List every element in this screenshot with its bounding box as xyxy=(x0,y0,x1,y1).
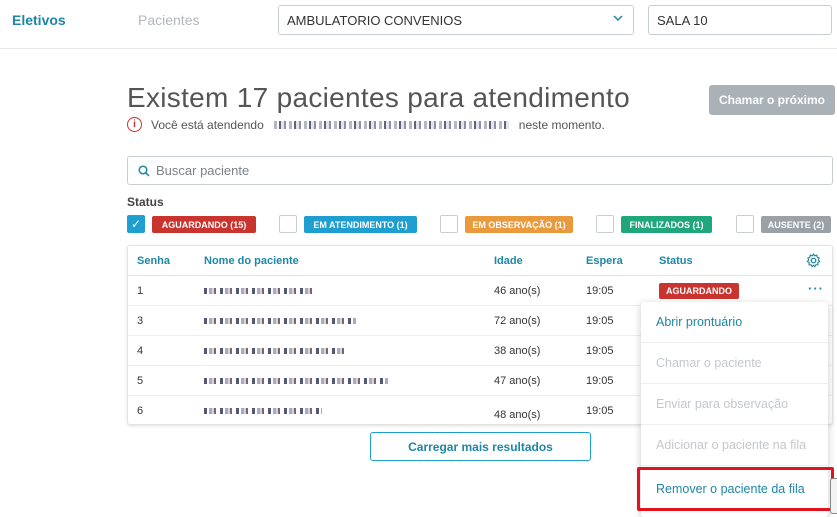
row-senha: 1 xyxy=(137,285,144,297)
side-handle[interactable] xyxy=(830,478,837,514)
col-senha[interactable]: Senha xyxy=(137,255,170,267)
redacted-patient-name xyxy=(204,288,314,294)
redacted-patient-name xyxy=(204,408,322,414)
status-badge: AGUARDANDO xyxy=(659,283,739,299)
call-next-button[interactable]: Chamar o próximo xyxy=(709,85,835,115)
attending-suffix: neste momento. xyxy=(518,117,605,132)
attending-prefix: Você está atendendo xyxy=(151,117,264,132)
table-header: Senha Nome do paciente Idade Espera Stat… xyxy=(128,246,832,276)
search-icon xyxy=(138,164,150,177)
filter-em-atendimento-checkbox[interactable] xyxy=(279,215,297,233)
col-nome[interactable]: Nome do paciente xyxy=(204,255,299,267)
unit-select[interactable]: AMBULATORIO CONVENIOS xyxy=(278,5,634,35)
unit-select-value: AMBULATORIO CONVENIOS xyxy=(287,13,463,28)
gear-icon[interactable] xyxy=(806,253,821,268)
col-status[interactable]: Status xyxy=(659,255,693,267)
menu-open-record[interactable]: Abrir prontuário xyxy=(641,302,828,343)
filter-finalizados-badge[interactable]: FINALIZADOS (1) xyxy=(621,216,712,233)
redacted-patient-name xyxy=(204,378,388,384)
redacted-patient-name xyxy=(204,318,356,324)
load-more-button[interactable]: Carregar mais resultados xyxy=(370,432,591,461)
nav-eletivos[interactable]: Eletivos xyxy=(12,12,66,28)
row-senha: 5 xyxy=(137,375,144,387)
row-senha: 4 xyxy=(137,345,144,357)
row-espera: 19:05 xyxy=(586,285,614,297)
filter-ausente-badge[interactable]: AUSENTE (2) xyxy=(761,216,831,233)
top-bar: Eletivos Pacientes AMBULATORIO CONVENIOS… xyxy=(0,0,837,42)
row-espera: 19:05 xyxy=(586,405,614,417)
filter-em-observacao-checkbox[interactable] xyxy=(440,215,458,233)
filter-em-observacao-badge[interactable]: EM OBSERVAÇÃO (1) xyxy=(465,216,573,233)
menu-add-to-queue: Adicionar o paciente na fila xyxy=(641,425,828,466)
chevron-down-icon xyxy=(613,13,623,26)
col-espera[interactable]: Espera xyxy=(586,255,623,267)
filter-aguardando-badge[interactable]: AGUARDANDO (15) xyxy=(152,216,256,233)
row-senha: 6 xyxy=(137,405,144,417)
filter-finalizados-checkbox[interactable] xyxy=(596,215,614,233)
row-senha: 3 xyxy=(137,315,144,327)
menu-send-observation: Enviar para observação xyxy=(641,384,828,425)
search-input[interactable] xyxy=(156,163,756,178)
row-idade: 48 ano(s) xyxy=(494,409,541,421)
row-idade: 46 ano(s) xyxy=(494,285,541,297)
info-icon: i xyxy=(127,117,142,132)
row-espera: 19:05 xyxy=(586,315,614,327)
row-idade: 72 ano(s) xyxy=(494,315,541,327)
row-espera: 19:05 xyxy=(586,345,614,357)
filter-ausente-checkbox[interactable] xyxy=(736,215,754,233)
row-idade: 47 ano(s) xyxy=(494,375,541,387)
nav-pacientes[interactable]: Pacientes xyxy=(138,12,199,28)
room-input[interactable]: SALA 10 xyxy=(648,5,832,35)
redacted-patient-name xyxy=(273,120,509,129)
page-title: Existem 17 pacientes para atendimento xyxy=(127,82,630,113)
more-horizontal-icon[interactable]: ··· xyxy=(808,281,824,296)
divider xyxy=(0,48,837,49)
row-espera: 19:05 xyxy=(586,375,614,387)
filter-em-atendimento-badge[interactable]: EM ATENDIMENTO (1) xyxy=(304,216,417,233)
filter-aguardando-checkbox[interactable]: ✓ xyxy=(127,215,145,233)
highlight-box xyxy=(637,467,834,511)
redacted-patient-name xyxy=(204,348,346,354)
menu-call-patient: Chamar o paciente xyxy=(641,343,828,384)
status-filter-label: Status xyxy=(127,195,164,209)
col-idade[interactable]: Idade xyxy=(494,255,523,267)
row-idade: 38 ano(s) xyxy=(494,345,541,357)
attending-info: i Você está atendendo neste momento. xyxy=(127,117,605,132)
search-box[interactable] xyxy=(127,156,833,185)
